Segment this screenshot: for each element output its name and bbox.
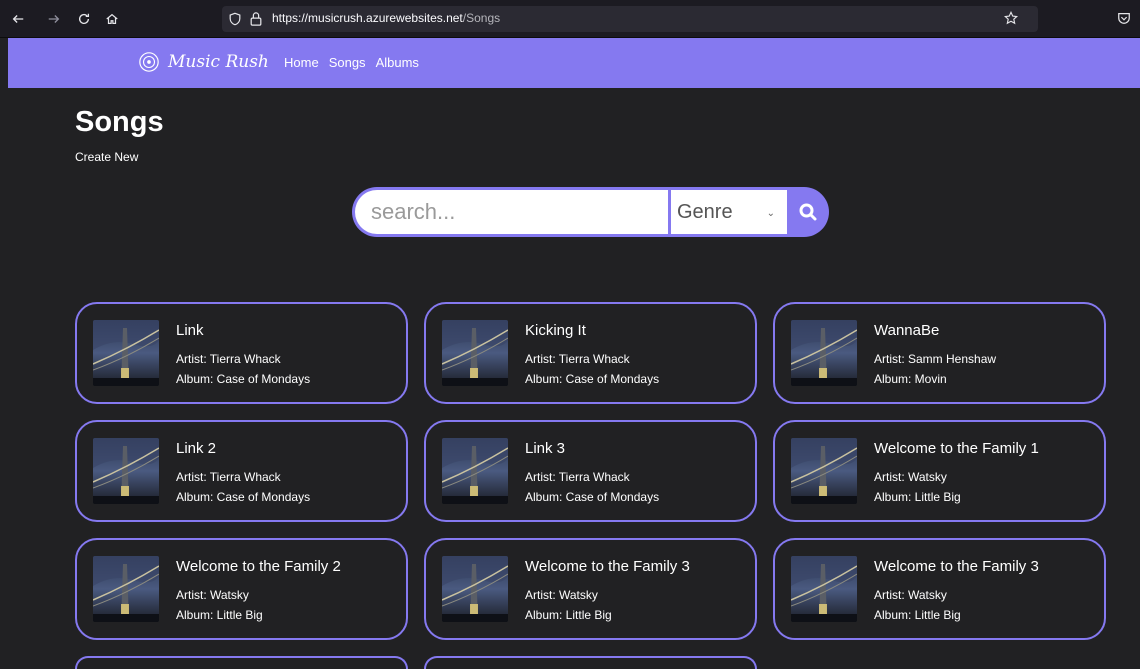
song-artist: Artist: Tierra Whack <box>176 470 281 484</box>
song-album: Album: Case of Mondays <box>525 372 660 386</box>
reload-icon[interactable] <box>74 9 94 29</box>
song-title[interactable]: WannaBe <box>874 322 939 339</box>
song-album: Album: Little Big <box>176 608 263 622</box>
search-icon <box>799 203 817 221</box>
url-path: /Songs <box>462 11 501 25</box>
song-card[interactable]: Link Artist: Tierra Whack Album: Case of M… <box>75 302 408 404</box>
tracking-shield-icon[interactable] <box>228 12 242 26</box>
song-title[interactable]: Welcome to the Family 2 <box>176 558 341 575</box>
song-card[interactable]: Welcome to the Family 3 Artist: Watsky Alb… <box>773 538 1106 640</box>
song-artist: Artist: Watsky <box>176 588 249 602</box>
song-card-partial[interactable] <box>424 656 757 669</box>
create-new-link[interactable]: Create New <box>75 150 138 164</box>
main-content: Songs Create New Genre ⌄ Link Artist: Tie… <box>8 88 1140 669</box>
album-art <box>442 320 508 386</box>
song-title[interactable]: Welcome to the Family 1 <box>874 440 1039 457</box>
browser-toolbar: https://musicrush.azurewebsites.net/Song… <box>0 0 1140 38</box>
pocket-icon[interactable] <box>1117 11 1131 25</box>
url-host: https://musicrush.azurewebsites.net <box>272 11 463 25</box>
song-artist: Artist: Watsky <box>874 588 947 602</box>
song-album: Album: Movin <box>874 372 947 386</box>
song-artist: Artist: Tierra Whack <box>525 352 630 366</box>
song-artist: Artist: Tierra Whack <box>176 352 281 366</box>
album-art <box>93 556 159 622</box>
search-bar: Genre ⌄ <box>352 187 829 237</box>
song-artist: Artist: Watsky <box>525 588 598 602</box>
song-album: Album: Little Big <box>525 608 612 622</box>
album-art <box>93 320 159 386</box>
song-artist: Artist: Watsky <box>874 470 947 484</box>
album-art <box>93 438 159 504</box>
album-art <box>442 556 508 622</box>
song-title[interactable]: Link 2 <box>176 440 216 457</box>
song-card[interactable]: Link 2 Artist: Tierra Whack Album: Case of… <box>75 420 408 522</box>
nav-home[interactable]: Home <box>284 55 319 70</box>
song-album: Album: Case of Mondays <box>525 490 660 504</box>
song-title[interactable]: Welcome to the Family 3 <box>874 558 1039 575</box>
brand-link[interactable]: Music Rush <box>138 47 269 77</box>
song-card[interactable]: WannaBe Artist: Samm Henshaw Album: Movin <box>773 302 1106 404</box>
album-art <box>791 438 857 504</box>
bookmark-star-icon[interactable] <box>1004 11 1018 25</box>
brand-name: Music Rush <box>168 52 269 72</box>
song-card[interactable]: Kicking It Artist: Tierra Whack Album: Cas… <box>424 302 757 404</box>
song-album: Album: Little Big <box>874 490 961 504</box>
song-album: Album: Little Big <box>874 608 961 622</box>
song-card[interactable]: Welcome to the Family 1 Artist: Watsky Alb… <box>773 420 1106 522</box>
song-title[interactable]: Kicking It <box>525 322 586 339</box>
genre-selected: Genre <box>677 201 733 223</box>
nav-albums[interactable]: Albums <box>376 55 419 70</box>
song-card[interactable]: Welcome to the Family 2 Artist: Watsky Alb… <box>75 538 408 640</box>
home-icon[interactable] <box>102 9 122 29</box>
song-album: Album: Case of Mondays <box>176 372 311 386</box>
address-bar[interactable]: https://musicrush.azurewebsites.net/Song… <box>222 6 1038 32</box>
nav-songs[interactable]: Songs <box>329 55 366 70</box>
song-artist: Artist: Samm Henshaw <box>874 352 997 366</box>
album-art <box>442 438 508 504</box>
url-text: https://musicrush.azurewebsites.net/Song… <box>272 11 500 25</box>
album-art <box>791 320 857 386</box>
site-navbar: Music Rush Home Songs Albums <box>8 38 1140 88</box>
song-album: Album: Case of Mondays <box>176 490 311 504</box>
chevron-down-icon: ⌄ <box>766 208 775 219</box>
forward-icon[interactable] <box>44 9 64 29</box>
song-card[interactable]: Link 3 Artist: Tierra Whack Album: Case of… <box>424 420 757 522</box>
search-button[interactable] <box>787 187 829 237</box>
song-title[interactable]: Link 3 <box>525 440 565 457</box>
back-icon[interactable] <box>8 9 28 29</box>
nav-links: Home Songs Albums <box>284 55 419 70</box>
song-card-partial[interactable] <box>75 656 408 669</box>
album-art <box>791 556 857 622</box>
genre-select[interactable]: Genre ⌄ <box>668 187 787 237</box>
song-artist: Artist: Tierra Whack <box>525 470 630 484</box>
search-input[interactable] <box>352 187 668 237</box>
music-logo-icon <box>139 52 159 72</box>
song-card[interactable]: Welcome to the Family 3 Artist: Watsky Alb… <box>424 538 757 640</box>
lock-icon[interactable] <box>249 11 263 27</box>
page-title: Songs <box>75 106 164 138</box>
song-title[interactable]: Welcome to the Family 3 <box>525 558 690 575</box>
song-title[interactable]: Link <box>176 322 204 339</box>
